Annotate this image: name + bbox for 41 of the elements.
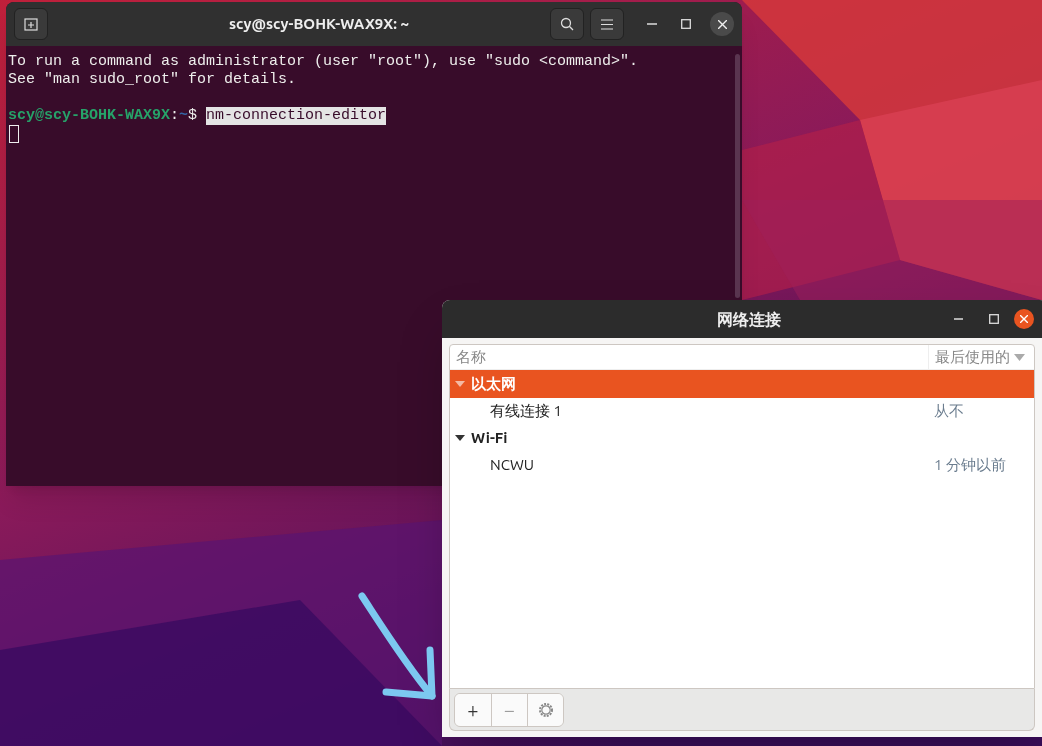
- new-tab-button[interactable]: [14, 8, 48, 40]
- connection-row[interactable]: NCWU 1 分钟以前: [450, 452, 1034, 478]
- menu-button[interactable]: [590, 8, 624, 40]
- menu-icon: [601, 18, 613, 30]
- group-row[interactable]: Wi-Fi: [450, 424, 1034, 452]
- prompt-path: ~: [179, 107, 189, 125]
- text-cursor: [9, 125, 19, 143]
- gear-icon: [536, 700, 555, 719]
- maximize-icon: [989, 314, 999, 324]
- close-button[interactable]: [710, 12, 734, 36]
- window-title: 网络连接: [717, 309, 781, 330]
- search-icon: [560, 17, 574, 31]
- group-label: Wi-Fi: [471, 427, 508, 448]
- add-button[interactable]: +: [455, 693, 491, 726]
- column-header[interactable]: 最后使用的: [928, 345, 1034, 369]
- search-button[interactable]: [550, 8, 584, 40]
- connection-name: 有线连接 1: [489, 400, 563, 421]
- minimize-icon: [953, 318, 963, 320]
- expander-icon[interactable]: [455, 434, 465, 442]
- close-icon: [717, 19, 727, 29]
- last-used: 从不: [933, 400, 965, 421]
- window-title: scy@scy-BOHK-WAX9X: ~: [227, 13, 410, 34]
- prompt-symbol: $: [188, 107, 198, 125]
- prompt-user-host: scy@scy-BOHK-WAX9X: [8, 107, 171, 125]
- maximize-icon: [681, 19, 691, 29]
- connection-row[interactable]: 有线连接 1 从不: [450, 398, 1034, 424]
- command-text: nm-connection-editor: [206, 107, 387, 125]
- connection-name: NCWU: [489, 454, 536, 475]
- minimize-icon: [647, 23, 657, 25]
- column-label: 最后使用的: [935, 346, 1010, 367]
- scrollbar[interactable]: [735, 54, 740, 298]
- close-button[interactable]: [1014, 309, 1034, 329]
- close-icon: [1020, 315, 1028, 323]
- prompt-separator: :: [170, 107, 180, 125]
- new-tab-icon: [24, 17, 38, 31]
- group-row[interactable]: 以太网: [450, 370, 1034, 398]
- output-line: To run a command as administrator (user "root"), use "sudo <command>".: [8, 53, 640, 71]
- column-header[interactable]: 名称: [450, 345, 928, 369]
- output-line: See "man sudo_root" for details.: [8, 71, 298, 89]
- last-used: 1 分钟以前: [933, 454, 1007, 475]
- group-label: 以太网: [471, 373, 516, 394]
